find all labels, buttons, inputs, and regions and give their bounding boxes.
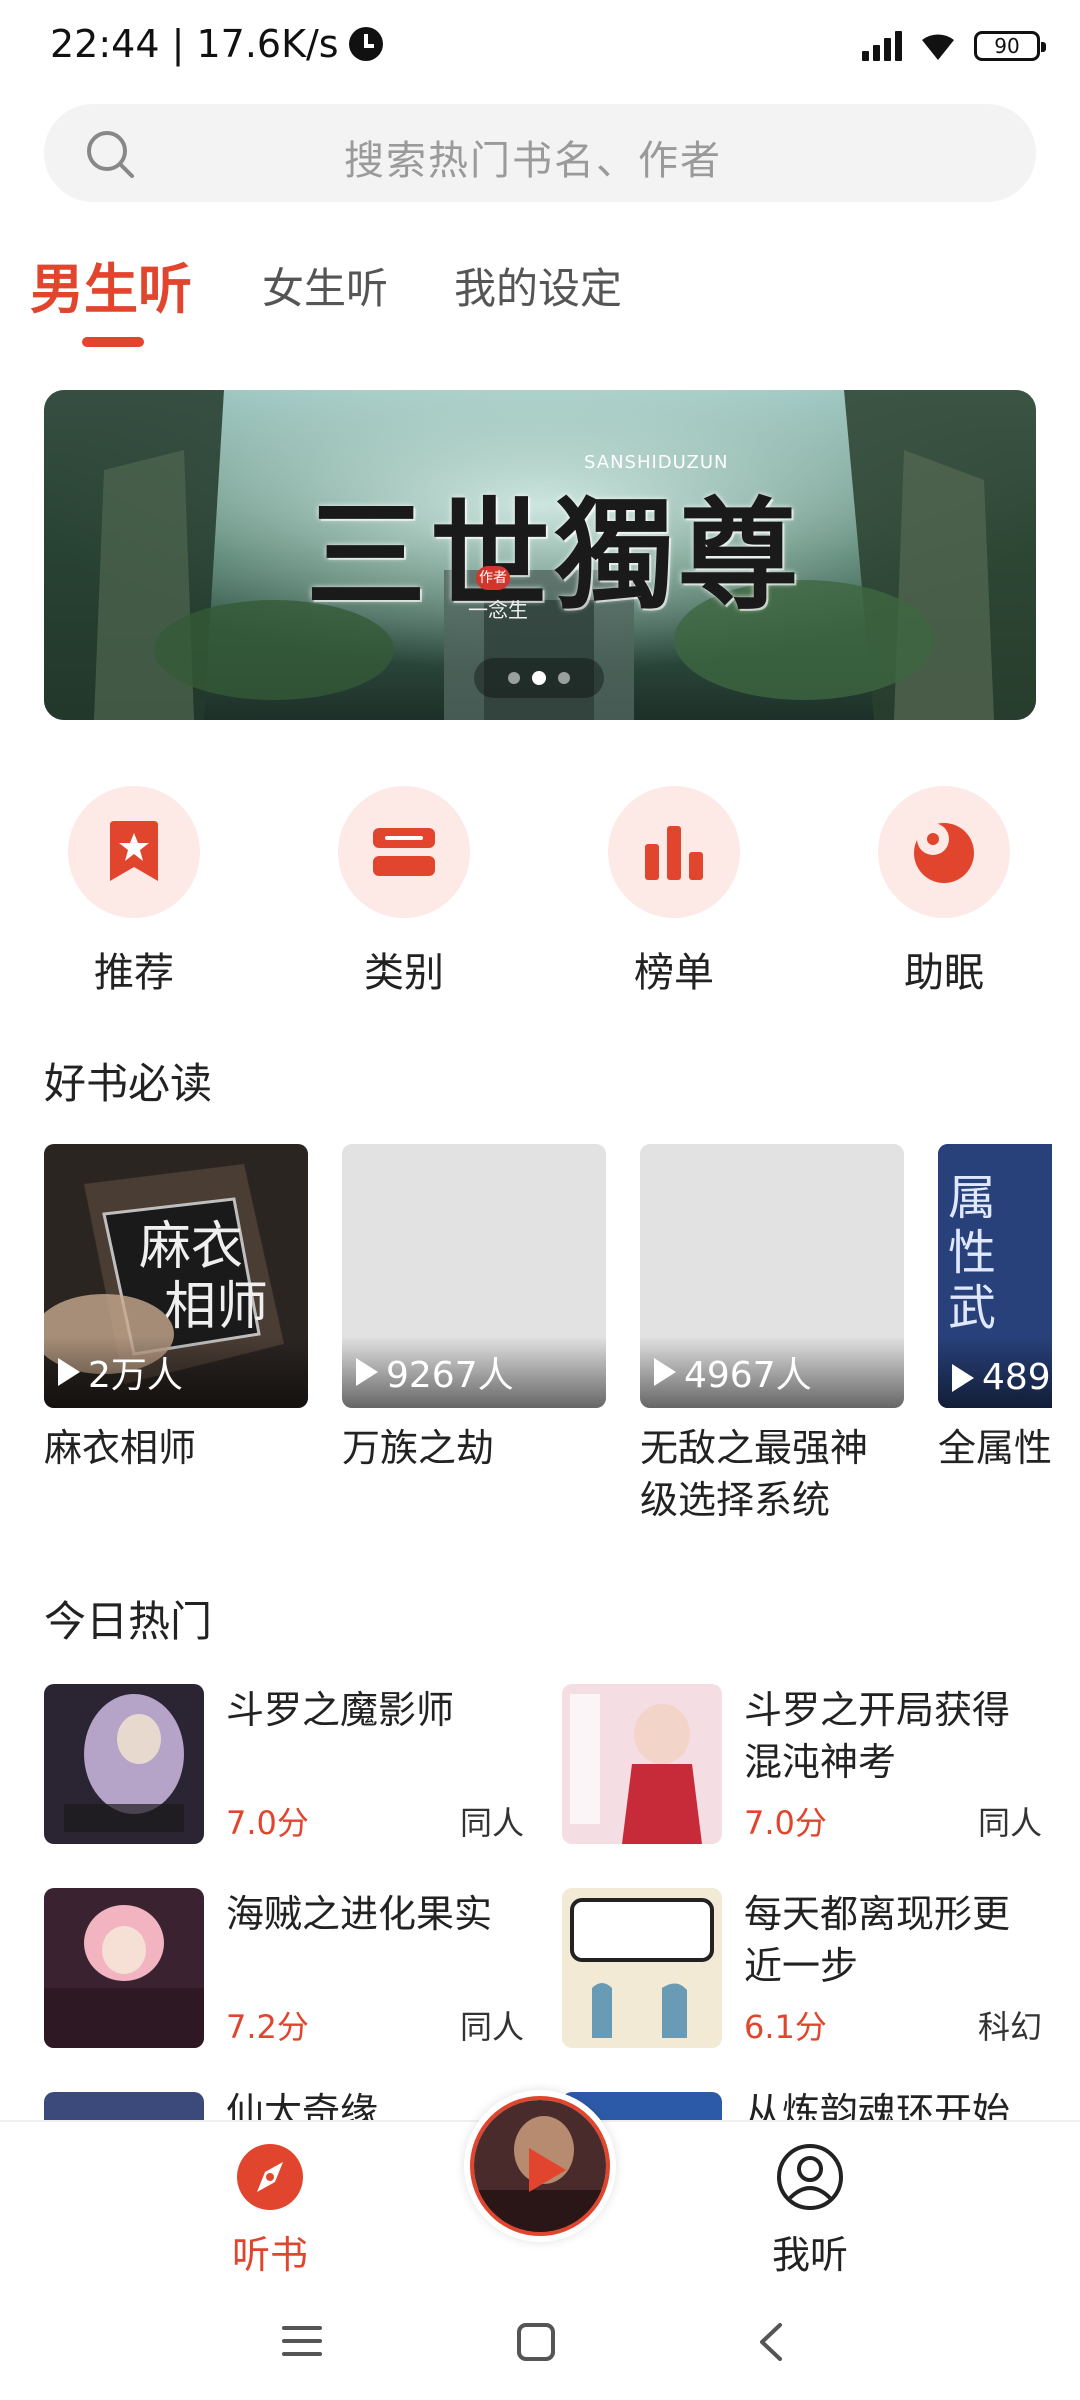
back-icon[interactable]: [756, 2322, 786, 2362]
book-cover: 属 性 武 489: [938, 1144, 1052, 1408]
book-cover: 麻衣 相师 2万人: [44, 1144, 308, 1408]
banner-title: 三世獨尊: [306, 485, 802, 626]
svg-text:性: 性: [948, 1225, 996, 1281]
hot-score: 7.0分: [744, 1804, 827, 1842]
category-label: 榜单: [634, 950, 714, 996]
banner[interactable]: SANSHIDUZUN 三世獨尊 作者 一念生: [44, 390, 1036, 720]
book-title: 全属性: [938, 1426, 1052, 1470]
status-right: 90: [862, 30, 1046, 62]
hot-genre: 同人: [977, 1804, 1042, 1842]
status-left: 22:44 | 17.6K/s: [50, 22, 383, 66]
banner-author: 一念生: [468, 598, 528, 622]
nav-listen[interactable]: 听书: [200, 2142, 340, 2279]
play-count: 489: [952, 1357, 1051, 1398]
hot-title: 从炼韵魂环开始: [744, 2092, 1011, 2120]
wifi-icon: [922, 34, 954, 60]
compass-icon: [237, 2144, 303, 2210]
book-title: 万族之劫: [342, 1426, 495, 1470]
category-recommend[interactable]: 推荐: [64, 786, 204, 998]
status-time: 22:44 | 17.6K/s: [50, 22, 339, 66]
book-card[interactable]: 属 性 武 489 全属性: [938, 1144, 1052, 1474]
tab-male[interactable]: 男生听: [30, 245, 192, 324]
category-icon: [373, 828, 435, 876]
banner-seal: 作者: [476, 566, 510, 590]
hot-score: 7.0分: [226, 1804, 309, 1842]
home-icon[interactable]: [516, 2322, 556, 2362]
search-placeholder: 搜索热门书名、作者: [344, 138, 722, 184]
svg-text:属: 属: [948, 1170, 996, 1226]
hot-title: 斗罗之魔影师: [226, 1688, 455, 1732]
hot-cover: [562, 1684, 722, 1844]
play-icon: [952, 1363, 974, 1392]
now-playing-button[interactable]: [464, 2090, 616, 2242]
svg-text:麻衣: 麻衣: [139, 1217, 243, 1277]
hot-title: 海贼之进化果实: [226, 1892, 493, 1936]
section-title-good-books: 好书必读: [44, 1059, 213, 1108]
hot-genre: 同人: [459, 2008, 524, 2046]
category-sleep[interactable]: 助眠: [874, 786, 1014, 998]
hot-score: 6.1分: [744, 2008, 827, 2046]
tab-my-settings[interactable]: 我的设定: [454, 255, 622, 316]
search-bar[interactable]: 搜索热门书名、作者: [44, 104, 1036, 202]
hot-item[interactable]: 海贼之进化果实 7.2分 同人: [44, 1888, 524, 2048]
play-icon: [654, 1358, 676, 1386]
battery-level: 90: [994, 34, 1020, 58]
bookmark-star-icon: [110, 821, 158, 881]
hot-score: 7.2分: [226, 2008, 309, 2046]
battery-icon: 90: [974, 31, 1046, 61]
nav-mine[interactable]: 我听: [740, 2142, 880, 2279]
banner-pagination: [474, 658, 604, 698]
hot-title: 每天都离现形更近一步: [744, 1892, 1011, 1988]
alarm-icon: [348, 27, 383, 61]
book-card[interactable]: 9267人 万族之劫: [342, 1144, 606, 1474]
hot-item[interactable]: 斗罗之魔影师 7.0分 同人: [44, 1684, 524, 1844]
book-cover: 4967人: [640, 1144, 904, 1408]
book-card[interactable]: 4967人 无敌之最强神级选择系统: [640, 1144, 904, 1526]
category-label: 推荐: [94, 950, 174, 996]
hot-cover: [44, 1684, 204, 1844]
book-cover: 9267人: [342, 1144, 606, 1408]
play-count: 9267人: [356, 1346, 514, 1398]
search-icon: [87, 131, 134, 178]
ranking-bars-icon: [645, 826, 703, 880]
svg-text:武: 武: [948, 1280, 996, 1336]
hot-cover: [562, 1888, 722, 2048]
tab-bar: 男生听 女生听 我的设定: [30, 245, 1050, 355]
user-icon: [777, 2144, 843, 2210]
book-card[interactable]: 麻衣 相师 2万人 麻衣相师: [44, 1144, 308, 1474]
play-icon: [58, 1358, 80, 1386]
book-title: 麻衣相师: [44, 1426, 197, 1470]
hot-title: 斗罗之开局获得混沌神考: [744, 1688, 1011, 1784]
category-label: 助眠: [904, 950, 984, 996]
play-icon: [356, 1358, 378, 1386]
nav-listen-label: 听书: [231, 2233, 308, 2277]
section-title-hot-today: 今日热门: [44, 1597, 213, 1646]
signal-icon: [862, 31, 902, 61]
category-types[interactable]: 类别: [334, 786, 474, 998]
book-title: 无敌之最强神级选择系统: [640, 1426, 869, 1522]
status-bar: 22:44 | 17.6K/s 90: [0, 0, 1080, 96]
hot-title: 仙太奇缘: [226, 2092, 379, 2120]
hot-cover: [44, 2092, 204, 2120]
category-ranking[interactable]: 榜单: [604, 786, 744, 998]
now-playing-cover: [470, 2096, 610, 2236]
tab-indicator: [82, 337, 144, 347]
menu-icon[interactable]: [282, 2324, 322, 2358]
tab-female[interactable]: 女生听: [262, 255, 388, 316]
hot-genre: 同人: [459, 1804, 524, 1842]
hot-item[interactable]: 斗罗之开局获得混沌神考 7.0分 同人: [562, 1684, 1042, 1844]
sleep-moon-icon: [914, 823, 974, 883]
hot-genre: 科幻: [977, 2008, 1042, 2046]
svg-text:相师: 相师: [164, 1277, 268, 1337]
hot-item[interactable]: 从炼韵魂环开始: [562, 2092, 1042, 2120]
system-nav: [0, 2280, 1080, 2400]
hot-cover: [44, 1888, 204, 2048]
nav-mine-label: 我听: [771, 2233, 848, 2277]
category-label: 类别: [364, 950, 444, 996]
hot-item[interactable]: 仙太奇缘: [44, 2092, 524, 2120]
hot-item[interactable]: 每天都离现形更近一步 6.1分 科幻: [562, 1888, 1042, 2048]
play-count: 2万人: [58, 1346, 183, 1398]
play-count: 4967人: [654, 1346, 812, 1398]
